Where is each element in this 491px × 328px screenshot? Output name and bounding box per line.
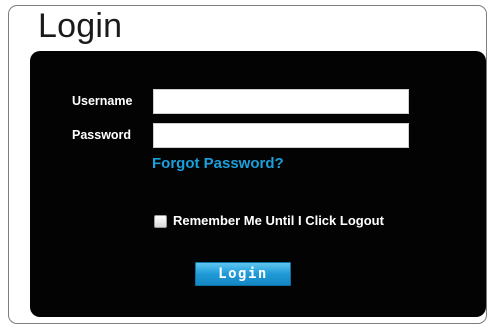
password-label: Password <box>72 128 132 142</box>
login-button[interactable]: Login <box>195 262 291 286</box>
remember-me-checkbox[interactable] <box>154 214 167 228</box>
username-input[interactable] <box>153 89 409 114</box>
username-label: Username <box>72 94 133 108</box>
remember-me-row: Remember Me Until I Click Logout <box>154 213 384 229</box>
page-title: Login <box>38 7 123 45</box>
remember-me-label[interactable]: Remember Me Until I Click Logout <box>173 213 384 229</box>
forgot-password-link[interactable]: Forgot Password? <box>152 154 284 173</box>
password-input[interactable] <box>153 123 409 148</box>
